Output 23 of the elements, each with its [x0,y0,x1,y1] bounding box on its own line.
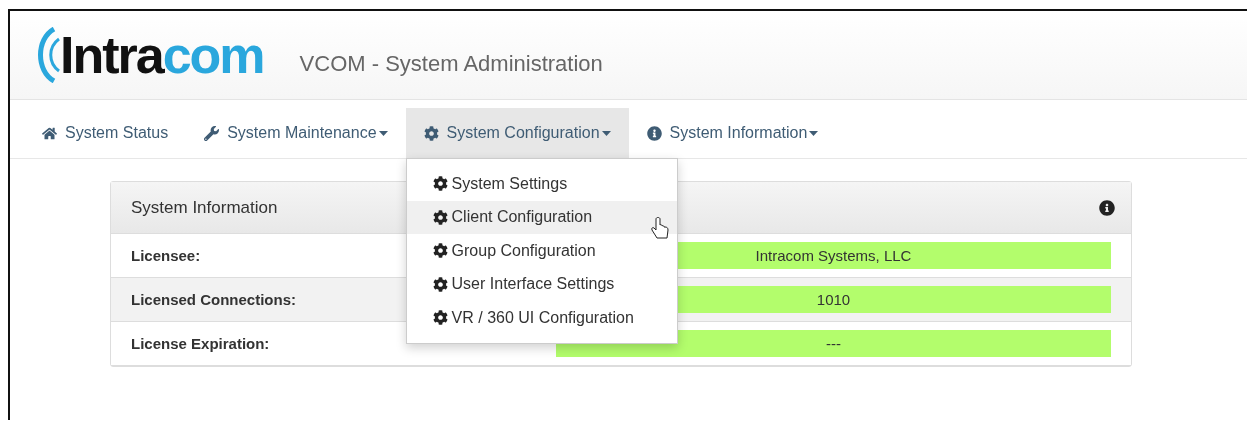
panel-title: System Information [131,197,278,218]
menu-item[interactable]: System Settings [406,167,677,201]
home-icon [42,125,57,141]
nav-item[interactable]: System Maintenance [186,108,406,158]
hand-cursor-icon [649,217,670,241]
menu-item[interactable]: Client Configuration [406,200,677,234]
gear-icon [432,176,448,192]
logo-text: Intracom [60,25,264,85]
wrench-icon [204,125,220,141]
gear-icon [432,276,448,292]
gear-icon [432,310,448,326]
nav-item[interactable]: System Status [24,108,187,158]
nav-item[interactable]: System Configuration [405,108,629,158]
gear-icon [432,243,448,259]
row-label: Licensee: [131,247,201,264]
row-label: License Expiration: [131,335,270,352]
row-label: Licensed Connections: [131,291,297,308]
info-icon [1099,199,1115,216]
nav-item[interactable]: System Information [628,108,837,158]
gear-icon [432,209,448,225]
info-icon [646,125,662,141]
page-title: VCOM - System Administration [299,51,603,77]
gear-icon [423,125,439,141]
